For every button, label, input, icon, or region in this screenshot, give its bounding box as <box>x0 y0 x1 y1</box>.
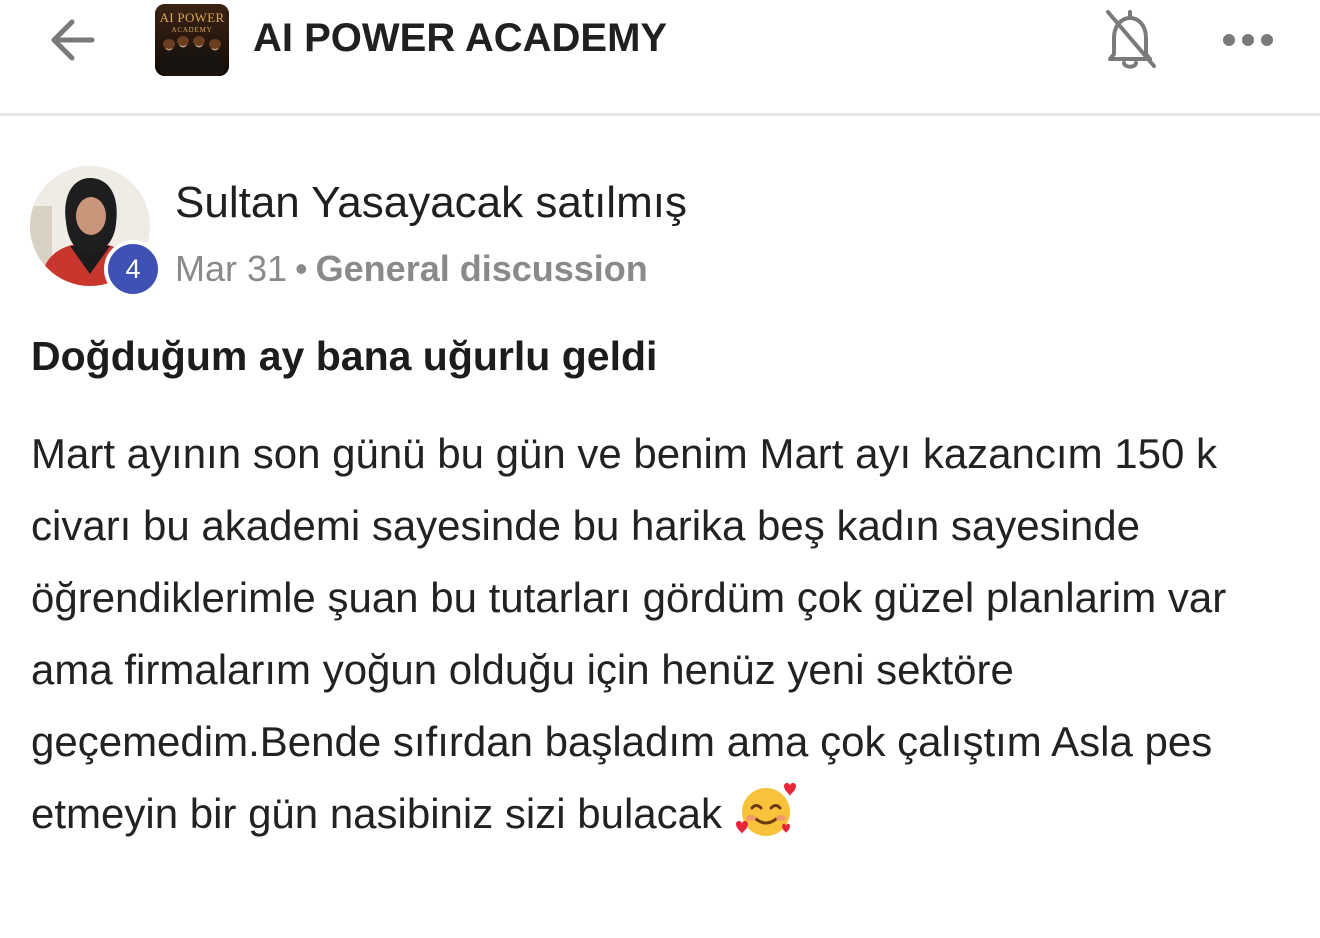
logo-line-2: ACADEMY <box>171 26 213 34</box>
group-title[interactable]: AI POWER ACADEMY <box>253 16 667 61</box>
bell-off-icon <box>1106 10 1156 69</box>
meta-separator: • <box>295 248 308 289</box>
post-body-text: Mart ayının son günü bu gün ve benim Mar… <box>31 430 1227 837</box>
notifications-button[interactable] <box>1100 4 1160 74</box>
post-category[interactable]: General discussion <box>316 248 648 289</box>
level-badge: 4 <box>104 240 162 298</box>
more-options-button[interactable] <box>1218 22 1278 58</box>
smiling-face-with-hearts-icon <box>736 783 797 836</box>
more-horizontal-icon <box>1223 34 1273 46</box>
arrow-back-icon <box>51 19 95 61</box>
author-avatar-group[interactable]: 4 <box>30 166 164 300</box>
author-name[interactable]: Sultan Yasayacak satılmış <box>175 178 687 228</box>
post-title: Doğduğum ay bana uğurlu geldi <box>31 333 658 379</box>
post-date: Mar 31 <box>175 248 288 289</box>
top-app-bar: AI POWER ACADEMY AI POWER ACADEMY <box>0 0 1320 116</box>
group-logo[interactable]: AI POWER ACADEMY <box>155 4 229 76</box>
post-meta: Mar 31 • General discussion <box>175 248 648 290</box>
post-body: Mart ayının son günü bu gün ve benim Mar… <box>31 418 1291 850</box>
logo-line-1: AI POWER <box>159 10 225 25</box>
back-button[interactable] <box>40 10 108 70</box>
